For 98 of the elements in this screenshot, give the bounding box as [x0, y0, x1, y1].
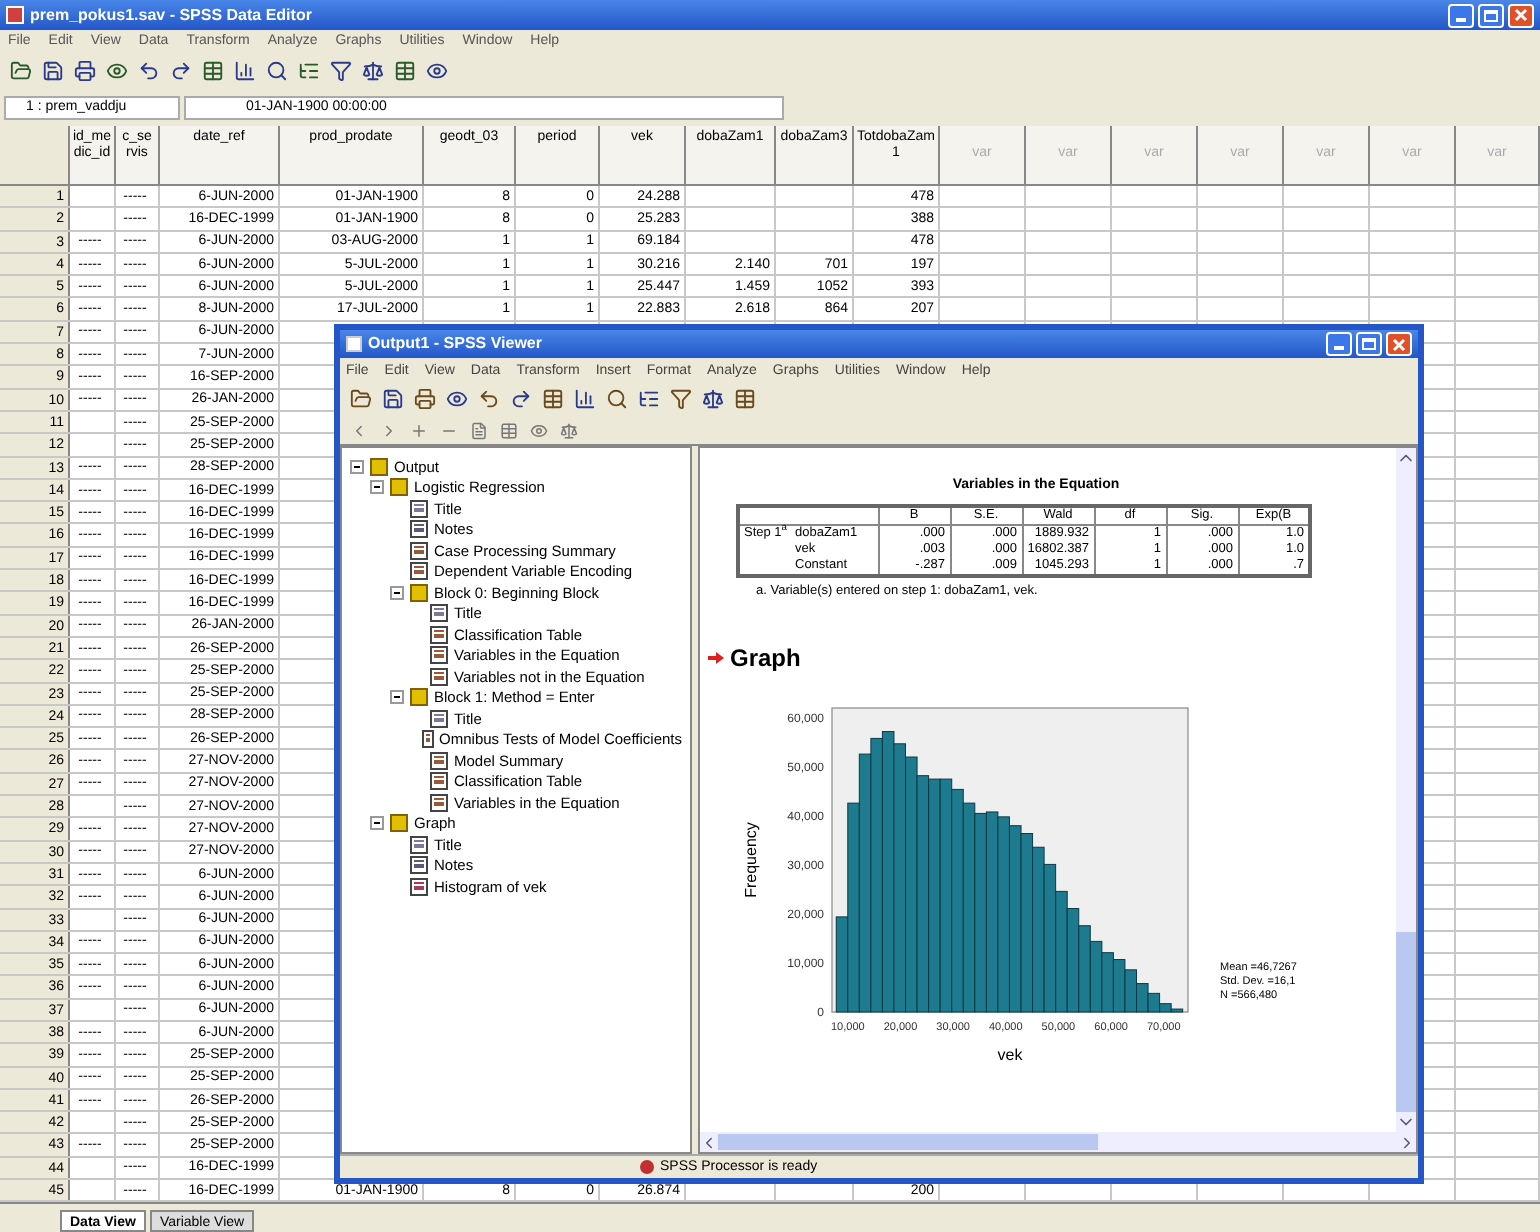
maximize-button[interactable]	[1356, 332, 1382, 356]
close-icon	[1392, 337, 1406, 351]
toolbar-button[interactable]	[570, 385, 598, 413]
tool-icon	[669, 388, 691, 410]
document-icon	[410, 520, 428, 539]
status-icon	[640, 1160, 654, 1174]
tool-icon	[500, 421, 518, 439]
tool-icon	[329, 59, 351, 81]
tool-icon	[413, 388, 435, 410]
toolbar-button[interactable]	[730, 385, 758, 413]
x-axis-title: vek	[997, 1046, 1023, 1065]
collapse-toggle[interactable]	[350, 459, 364, 474]
tool-icon	[637, 388, 659, 410]
toolbar-button[interactable]	[230, 56, 258, 84]
minimize-button[interactable]	[1448, 3, 1474, 27]
document-icon	[430, 667, 448, 686]
document-icon	[430, 772, 448, 791]
tool-icon	[137, 59, 159, 81]
tool-icon	[410, 421, 428, 439]
tool-icon	[605, 388, 627, 410]
document-icon	[430, 793, 448, 812]
maximize-button[interactable]	[1478, 3, 1504, 27]
tool-icon	[530, 421, 548, 439]
toolbar-button[interactable]	[698, 385, 726, 413]
close-icon	[1514, 8, 1528, 22]
toolbar-button[interactable]	[326, 56, 354, 84]
minimize-button[interactable]	[1326, 332, 1352, 356]
app-icon	[346, 336, 362, 352]
tool-icon	[349, 388, 371, 410]
tool-icon	[73, 59, 95, 81]
y-axis-title: Frequency	[742, 822, 760, 899]
tool-icon	[393, 59, 415, 81]
tool-icon	[509, 388, 531, 410]
tool-icon	[560, 421, 578, 439]
tool-icon	[445, 388, 467, 410]
collapse-toggle[interactable]	[370, 480, 384, 495]
scroll-left-icon	[700, 1133, 718, 1151]
horizontal-scrollbar[interactable]	[700, 1132, 1416, 1152]
toolbar-button[interactable]	[666, 385, 694, 413]
toolbar-button[interactable]	[38, 56, 66, 84]
tool-icon	[265, 59, 287, 81]
tool-icon	[573, 388, 595, 410]
toolbar-button[interactable]	[358, 56, 386, 84]
document-icon	[430, 625, 448, 644]
document-icon	[410, 877, 428, 896]
tool-icon	[701, 388, 723, 410]
window-title: prem_pokus1.sav - SPSS Data Editor	[30, 7, 314, 23]
tool-icon	[733, 388, 755, 410]
document-icon	[410, 499, 428, 518]
toolbar-button[interactable]	[556, 418, 582, 442]
tool-icon	[541, 388, 563, 410]
document-icon	[430, 751, 448, 770]
section-heading: Graph	[730, 642, 801, 677]
document-icon	[410, 835, 428, 854]
tool-icon	[477, 388, 499, 410]
toolbar-button[interactable]	[496, 418, 522, 442]
book-icon	[410, 583, 428, 602]
tool-icon	[381, 388, 403, 410]
document-icon	[410, 856, 428, 875]
document-icon	[430, 604, 448, 623]
toolbar-button[interactable]	[602, 385, 630, 413]
tool-icon	[201, 59, 223, 81]
app-icon	[6, 6, 24, 24]
vertical-scrollbar[interactable]	[1396, 448, 1416, 1132]
document-icon	[410, 562, 428, 581]
toolbar-button[interactable]	[378, 385, 406, 413]
window-title: Output1 - SPSS Viewer	[368, 336, 544, 352]
tool-icon	[297, 59, 319, 81]
document-icon	[410, 541, 428, 560]
toolbar-button[interactable]	[262, 56, 290, 84]
arrow-icon	[708, 652, 724, 665]
close-button[interactable]	[1386, 332, 1412, 356]
book-icon	[410, 688, 428, 707]
toolbar-button[interactable]	[538, 385, 566, 413]
tool-icon	[425, 59, 447, 81]
toolbar-button[interactable]	[6, 56, 34, 84]
toolbar-button[interactable]	[390, 56, 418, 84]
tool-icon	[9, 59, 31, 81]
header-corner[interactable]	[0, 126, 70, 184]
collapse-toggle[interactable]	[390, 585, 404, 600]
tool-icon	[105, 59, 127, 81]
tool-icon	[361, 59, 383, 81]
tool-icon	[169, 59, 191, 81]
book-icon	[390, 814, 408, 833]
collapse-toggle[interactable]	[370, 816, 384, 831]
toolbar-button[interactable]	[70, 56, 98, 84]
tool-icon	[41, 59, 63, 81]
toolbar-button[interactable]	[410, 385, 438, 413]
document-icon	[430, 646, 448, 665]
toolbar-button[interactable]	[346, 385, 374, 413]
document-icon	[430, 709, 448, 728]
collapse-toggle[interactable]	[390, 690, 404, 705]
toolbar-button[interactable]	[198, 56, 226, 84]
tool-icon	[233, 59, 255, 81]
toolbar-button[interactable]	[466, 418, 492, 442]
tool-icon	[470, 421, 488, 439]
close-button[interactable]	[1508, 3, 1534, 27]
scroll-right-icon	[1398, 1133, 1416, 1151]
